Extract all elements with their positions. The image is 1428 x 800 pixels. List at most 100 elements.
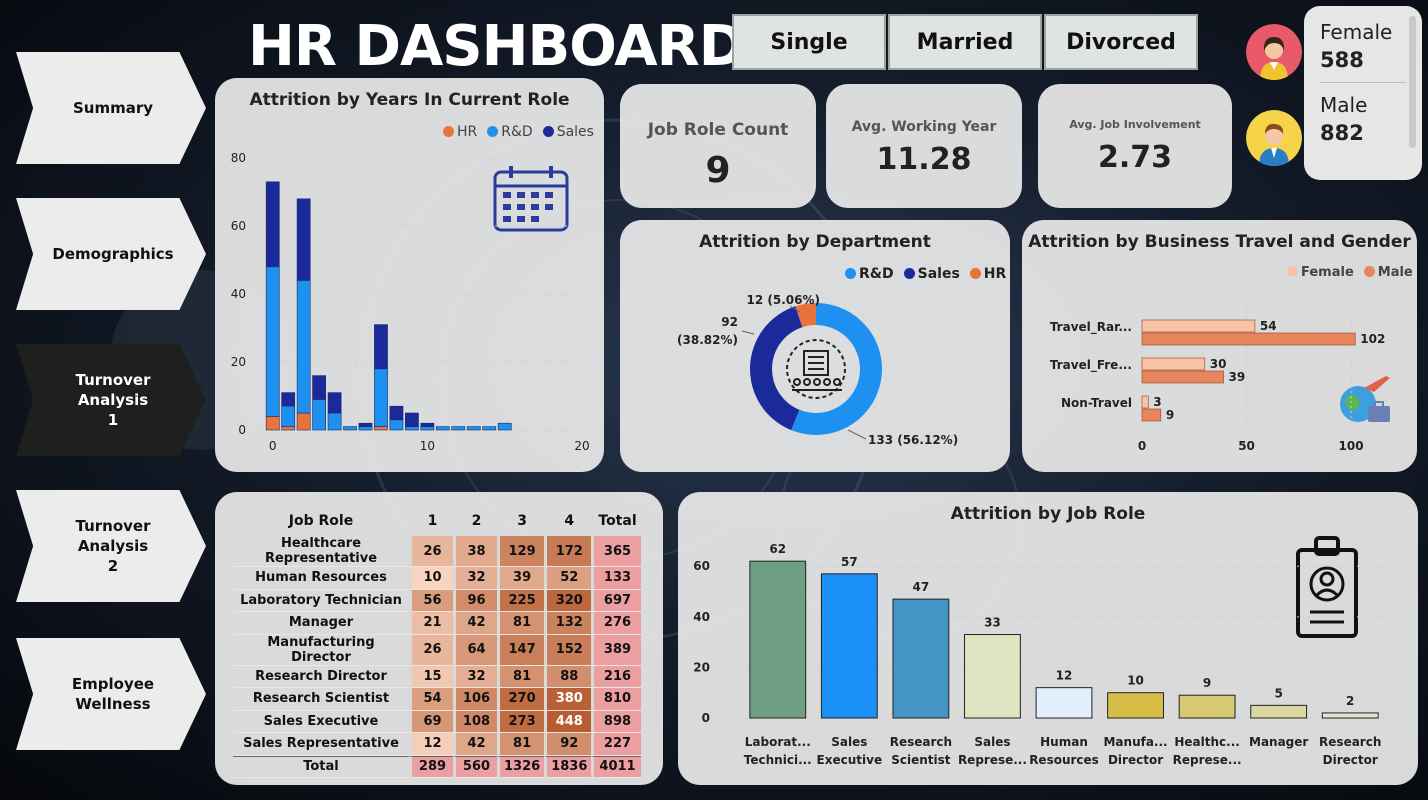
bar-segment-rd [405, 426, 419, 431]
y-tick-label: 60 [693, 559, 710, 573]
bar-segment-sales [374, 324, 388, 370]
data-label: 54 [1260, 319, 1277, 333]
matrix-row: Laboratory Technician 56 96 225 320 697 [233, 589, 641, 612]
matrix-value-cell: 380 [544, 688, 592, 711]
matrix-value-cell: 42 [453, 733, 497, 756]
matrix-row: Research Director 15 32 81 88 216 [233, 665, 641, 688]
nav-summary[interactable]: Summary [16, 52, 206, 164]
nav-demographics[interactable]: Demographics [16, 198, 206, 310]
nav-turnover-analysis-1[interactable]: Turnover Analysis 1 [16, 344, 206, 456]
data-label: 47 [913, 580, 930, 594]
x-tick-label: 0 [1138, 439, 1146, 453]
category-label: Research [890, 735, 952, 749]
male-value: 882 [1320, 121, 1364, 145]
bar-male [1141, 370, 1224, 384]
nav-label: Turnover Analysis [75, 516, 151, 555]
female-label: Female [1320, 20, 1393, 44]
matrix-value-cell: 106 [453, 688, 497, 711]
matrix-value-cell: 54 [409, 688, 453, 711]
matrix-value-cell: 42 [453, 612, 497, 635]
matrix-value-cell: 108 [453, 710, 497, 733]
matrix-role-cell: Research Scientist [233, 688, 409, 711]
category-label: Represe... [958, 753, 1027, 767]
kpi-label: Avg. Working Year [851, 119, 997, 135]
kpi-label: Avg. Job Involvement [1069, 118, 1201, 131]
business-travel-card: Attrition by Business Travel and Gender … [1022, 220, 1417, 472]
matrix-total-cell: 227 [591, 733, 641, 756]
matrix-header-row: Job Role 1 2 3 4 Total [233, 506, 641, 536]
matrix-row: Research Scientist 54 106 270 380 810 [233, 688, 641, 711]
nav-turnover-analysis-2[interactable]: Turnover Analysis 2 [16, 490, 206, 602]
matrix-row: Manager 21 42 81 132 276 [233, 612, 641, 635]
matrix-value-cell: 448 [544, 710, 592, 733]
slicer-divorced[interactable]: Divorced [1044, 14, 1198, 70]
category-label: Technici... [744, 753, 812, 767]
matrix-value-cell: 26 [409, 536, 453, 567]
bar-female [1141, 395, 1149, 409]
matrix-role-cell: Sales Executive [233, 711, 409, 733]
data-label: 2 [1346, 694, 1354, 708]
slicer-single[interactable]: Single [732, 14, 886, 70]
matrix-value-cell: 152 [544, 634, 592, 666]
slicer-married[interactable]: Married [888, 14, 1042, 70]
business-travel-chart: 0 50 100Travel_Rar... 54102Travel_Fre... 303… [1050, 306, 1385, 453]
category-label: Healthc... [1174, 735, 1239, 749]
bar-segment-rd [389, 419, 404, 431]
category-label: Represe... [1173, 753, 1242, 767]
label-sales-count: 92 [721, 315, 738, 329]
matrix-total-cell: 133 [591, 567, 641, 590]
kpi-job-role-count: Job Role Count 9 [620, 84, 816, 208]
bar-segment-rd [451, 426, 466, 431]
bar-segment-rd [374, 368, 388, 427]
gender-card-scrollbar[interactable] [1409, 16, 1416, 148]
matrix-role-cell: Manager [233, 612, 409, 635]
bar-segment-sales [389, 405, 404, 421]
category-label: Director [1323, 753, 1378, 767]
bar-segment-rd [466, 426, 481, 431]
bar-segment-sales [281, 392, 296, 407]
label-rd: 133 (56.12%) [868, 433, 958, 447]
bar [1107, 692, 1164, 719]
matrix-header-cell: Job Role [288, 513, 354, 529]
matrix-value-cell: 1836 [544, 755, 592, 778]
nav-employee-wellness[interactable]: Employee Wellness [16, 638, 206, 750]
matrix-role-cell: Healthcare Representative [233, 536, 409, 567]
matrix-value-cell: 92 [544, 733, 592, 756]
matrix-value-cell: 270 [497, 688, 545, 711]
leader-line-sales [741, 330, 755, 335]
x-tick-label: 50 [1238, 439, 1255, 453]
female-avatar-icon [1246, 24, 1302, 80]
nav-label: Summary [72, 98, 154, 117]
matrix-header-cell: 1 [409, 506, 453, 536]
bar-segment-rd [312, 399, 326, 431]
male-avatar-icon [1246, 110, 1302, 166]
bar [892, 598, 950, 719]
bar-segment-sales [265, 181, 280, 268]
bar-segment-rd [296, 280, 311, 414]
donut-slice-sales [750, 306, 803, 431]
matrix-value-cell: 96 [453, 589, 497, 612]
matrix-total-cell: 4011 [591, 755, 641, 778]
bar-segment-rd [343, 426, 357, 431]
matrix-total-cell: 276 [591, 612, 641, 635]
matrix-total-cell: 810 [591, 688, 641, 711]
data-label: 9 [1203, 676, 1211, 690]
building-icon [786, 339, 846, 399]
bar [1035, 687, 1093, 719]
bar-segment-hr [296, 412, 311, 431]
y-tick-label: 80 [231, 151, 246, 165]
y-tick-label: 0 [702, 711, 710, 725]
category-label: Manager [1249, 735, 1308, 749]
category-label: Non-Travel [1061, 396, 1132, 410]
bar-female [1141, 319, 1256, 333]
bar [1178, 694, 1236, 719]
matrix-header-cell: 2 [453, 506, 497, 536]
matrix-value-cell: 15 [409, 665, 453, 688]
matrix-row: Healthcare Representative 26 38 129 172 365 [233, 536, 641, 567]
matrix-value-cell: 26 [409, 634, 453, 666]
bar [749, 560, 807, 719]
matrix-value-cell: 56 [409, 589, 453, 612]
matrix-value-cell: 21 [409, 612, 453, 635]
data-label: 39 [1229, 370, 1246, 384]
bar-segment-rd [281, 405, 296, 427]
